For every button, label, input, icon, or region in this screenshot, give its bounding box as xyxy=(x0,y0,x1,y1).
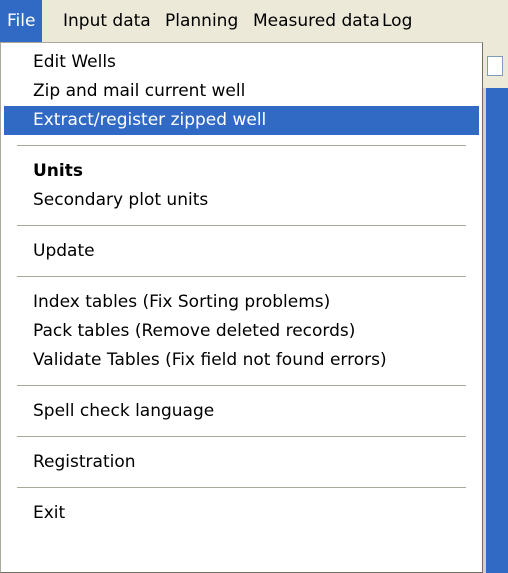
menu-measured-data[interactable]: Measured data xyxy=(246,0,387,42)
menu-separator xyxy=(17,385,466,387)
menu-item-units[interactable]: Units xyxy=(4,157,479,186)
file-menu-dropdown: Edit Wells Zip and mail current well Ext… xyxy=(0,42,483,573)
menu-separator xyxy=(17,225,466,227)
menu-item-secondary-plot-units[interactable]: Secondary plot units xyxy=(4,186,479,215)
menu-item-edit-wells[interactable]: Edit Wells xyxy=(4,48,479,77)
menu-item-index-tables[interactable]: Index tables (Fix Sorting problems) xyxy=(4,288,479,317)
menu-log[interactable]: Log xyxy=(375,0,419,42)
background-highlight-edge xyxy=(483,88,508,573)
menu-item-registration[interactable]: Registration xyxy=(4,448,479,477)
menu-separator xyxy=(17,436,466,438)
menu-planning[interactable]: Planning xyxy=(158,0,245,42)
menu-item-pack-tables[interactable]: Pack tables (Remove deleted records) xyxy=(4,317,479,346)
menu-item-update[interactable]: Update xyxy=(4,237,479,266)
menu-input-data[interactable]: Input data xyxy=(56,0,158,42)
menu-separator xyxy=(17,487,466,489)
background-input-box xyxy=(487,56,503,76)
menu-item-zip-and-mail[interactable]: Zip and mail current well xyxy=(4,77,479,106)
background-window-edge xyxy=(483,42,508,573)
menu-item-spell-check-language[interactable]: Spell check language xyxy=(4,397,479,426)
menu-separator xyxy=(17,276,466,278)
menu-item-extract-register[interactable]: Extract/register zipped well xyxy=(4,106,479,135)
menu-bar: File Input data Planning Measured data L… xyxy=(0,0,508,42)
menu-item-validate-tables[interactable]: Validate Tables (Fix field not found err… xyxy=(4,346,479,375)
menu-item-exit[interactable]: Exit xyxy=(4,499,479,528)
menu-separator xyxy=(17,145,466,147)
menu-file[interactable]: File xyxy=(0,0,43,42)
